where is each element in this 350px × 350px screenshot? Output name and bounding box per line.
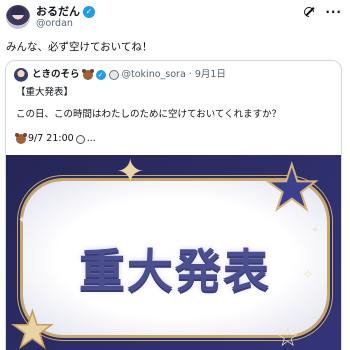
quoted-handle: @tokino_sora	[121, 69, 186, 80]
quoted-text-line2: この日、この時間はわたしのために空けておいてくれますか？	[16, 109, 282, 120]
author-avatar[interactable]	[6, 5, 30, 29]
quoted-header: ときのそら ✓ @tokino_sora · 9月1日	[32, 69, 226, 81]
clock-icon	[75, 134, 85, 144]
star-decoration-icon: ✦	[116, 155, 145, 192]
bear-icon	[15, 133, 27, 144]
verified-badge-icon: ✓	[83, 5, 95, 18]
author-name-row: おるだん ✓	[36, 5, 95, 18]
sparkle-icon: ✦	[18, 215, 27, 226]
separator-dot: ·	[188, 69, 192, 80]
sparkle-icon: ✦	[311, 225, 320, 236]
star-decoration-icon: ★	[263, 155, 321, 224]
quoted-ellipsis: ...	[86, 133, 96, 144]
top-actions: ···	[303, 6, 342, 18]
grok-icon[interactable]	[303, 6, 315, 18]
quoted-tweet[interactable]: ときのそら ✓ @tokino_sora · 9月1日 【重大発表】 この日、こ…	[5, 60, 342, 350]
quoted-display-name: ときのそら	[32, 69, 80, 80]
author-display-name[interactable]: おるだん	[36, 5, 80, 18]
quoted-date: 9月1日	[194, 69, 226, 80]
sparkle-icon: ✧	[302, 267, 314, 283]
author-handle[interactable]: @ordan	[36, 18, 73, 30]
quoted-text-line3: 9/7 21:00 ...	[15, 133, 96, 145]
quoted-text-line1: 【重大発表】	[16, 87, 74, 98]
affiliate-badge-icon	[108, 70, 119, 80]
quoted-author-avatar	[14, 68, 28, 82]
verified-badge-icon: ✓	[95, 70, 106, 80]
more-options-icon[interactable]: ···	[325, 6, 342, 18]
quoted-datetime: 9/7 21:00	[28, 133, 74, 144]
star-decoration-icon: ☆	[276, 323, 300, 350]
tweet[interactable]: おるだん ✓ @ordan ··· みんな、必ず空けておいてね！ ときのそら ✓…	[0, 0, 350, 350]
banner-headline: 重大発表	[79, 244, 271, 298]
quoted-image[interactable]: 重大発表 ✦ ★ ★ ☆ ✦ ✦ ✧	[6, 155, 341, 350]
tweet-text: みんな、必ず空けておいてね！	[6, 41, 153, 53]
star-decoration-icon: ★	[9, 301, 55, 350]
bear-icon	[81, 69, 94, 80]
